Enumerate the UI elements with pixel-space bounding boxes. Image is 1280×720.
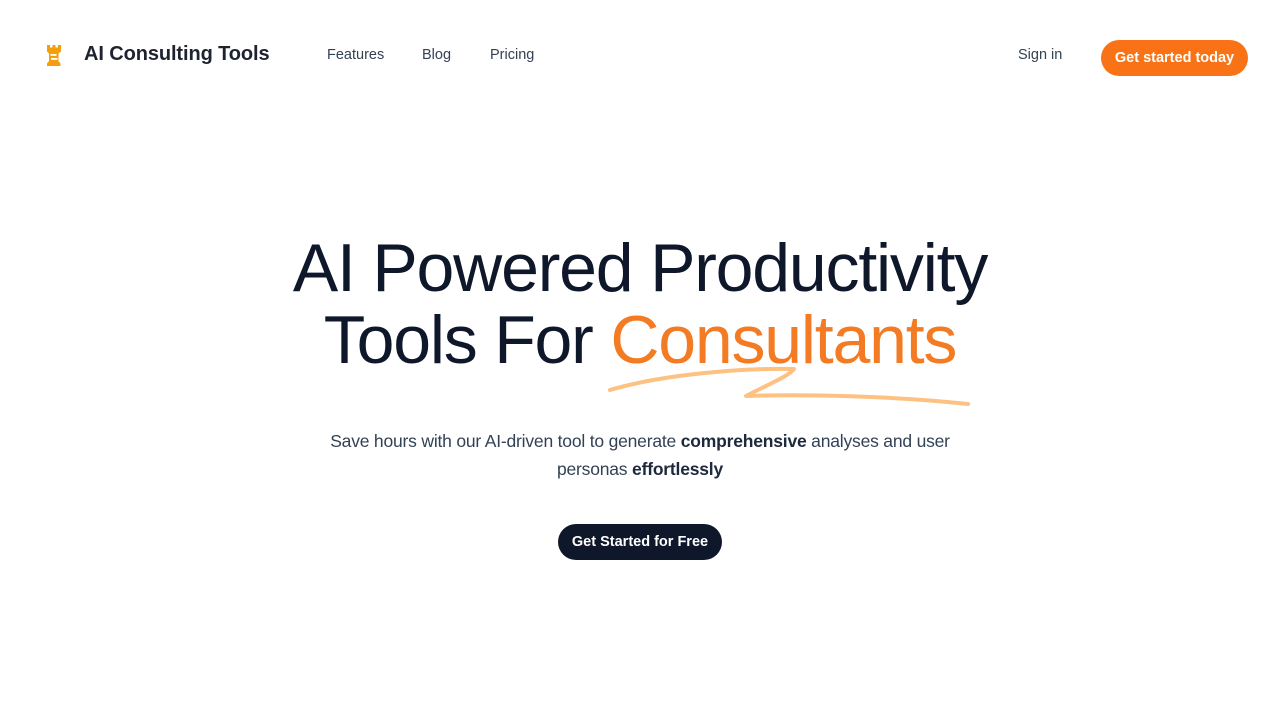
subtitle-text: Save hours with our AI-driven tool to ge… (330, 431, 681, 451)
sign-in-link[interactable]: Sign in (1018, 47, 1062, 63)
hero-heading: AI Powered Productivity Tools For Consul… (0, 232, 1280, 376)
get-started-today-button[interactable]: Get started today (1101, 40, 1248, 76)
hero-heading-accent: Consultants (610, 302, 957, 378)
nav-link-blog[interactable]: Blog (422, 47, 451, 63)
hero-heading-line2-prefix: Tools For (323, 302, 611, 378)
hero-heading-line1: AI Powered Productivity (292, 230, 988, 306)
subtitle-bold-effortlessly: effortlessly (632, 459, 724, 479)
logo-link[interactable] (42, 42, 66, 70)
nav-link-pricing[interactable]: Pricing (490, 47, 534, 63)
get-started-for-free-button[interactable]: Get Started for Free (558, 524, 722, 560)
brand-name[interactable]: AI Consulting Tools (84, 43, 270, 66)
chess-rook-icon (47, 45, 61, 66)
subtitle-bold-comprehensive: comprehensive (680, 431, 807, 451)
nav-link-features[interactable]: Features (327, 47, 384, 63)
hero-subtitle: Save hours with our AI-driven tool to ge… (320, 427, 960, 483)
top-navigation: AI Consulting Tools Features Blog Pricin… (0, 0, 1280, 112)
